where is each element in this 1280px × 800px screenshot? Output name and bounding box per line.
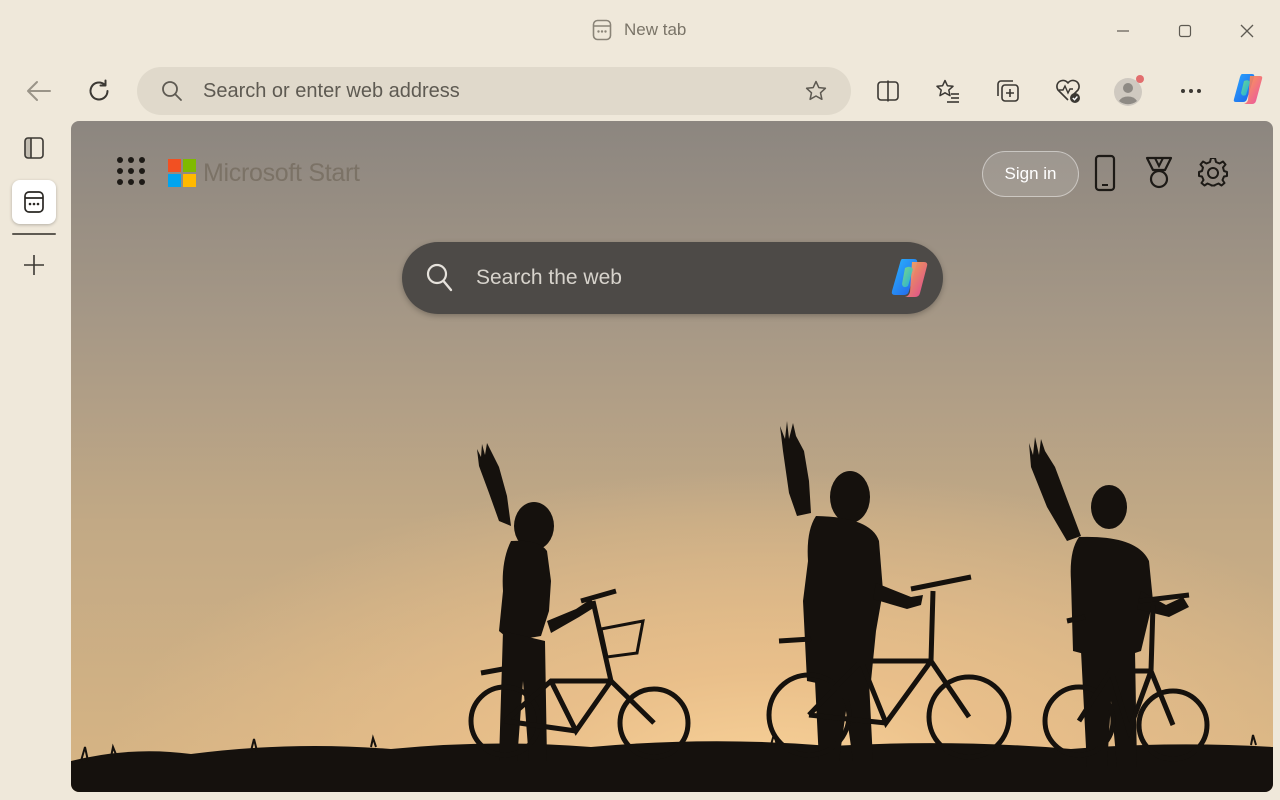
close-button[interactable]: [1225, 14, 1269, 48]
favorites-icon: [936, 79, 959, 103]
profile-button[interactable]: [1109, 71, 1149, 111]
microsoft-logo: [168, 159, 196, 187]
more-button[interactable]: [1171, 71, 1211, 111]
favorite-star-icon[interactable]: [804, 79, 828, 103]
search-icon: [162, 81, 182, 101]
split-screen-button[interactable]: [868, 71, 908, 111]
vertical-tab-rail: [0, 120, 68, 800]
new-tab-icon: [592, 19, 612, 41]
copilot-icon[interactable]: [888, 255, 932, 301]
rail-separator: [12, 233, 56, 235]
app-launcher-icon[interactable]: [115, 155, 147, 187]
maximize-button[interactable]: [1163, 14, 1207, 48]
sign-in-button[interactable]: Sign in: [982, 151, 1079, 197]
tab-actions-icon: [24, 137, 44, 159]
maximize-icon: [1178, 24, 1192, 38]
back-icon: [27, 81, 51, 101]
copilot-button[interactable]: [1228, 69, 1268, 109]
browser-essentials-button[interactable]: [1048, 71, 1088, 111]
browser-essentials-icon: [1056, 79, 1080, 103]
profile-icon: [1114, 75, 1144, 106]
new-tab-page: Microsoft Start Sign in Search the web: [71, 121, 1273, 792]
web-search-placeholder: Search the web: [476, 266, 622, 289]
close-icon: [1240, 24, 1254, 38]
tab-title: New tab: [624, 20, 687, 39]
tab-actions-button[interactable]: [12, 126, 56, 170]
refresh-button[interactable]: [79, 71, 119, 111]
web-search-box[interactable]: Search the web: [402, 242, 943, 314]
collections-icon: [997, 80, 1019, 102]
title-bar: New tab: [0, 0, 1280, 60]
address-bar[interactable]: Search or enter web address: [137, 67, 851, 115]
background-image: [71, 421, 1273, 792]
settings-icon: [1198, 158, 1228, 187]
toolbar: Search or enter web address: [0, 62, 1280, 120]
phone-icon: [1094, 154, 1116, 192]
favorites-button[interactable]: [928, 71, 968, 111]
rewards-icon: [1145, 156, 1173, 189]
collections-button[interactable]: [988, 71, 1028, 111]
new-tab-plus-icon: [24, 255, 44, 275]
settings-button[interactable]: [1193, 151, 1233, 195]
back-button[interactable]: [19, 71, 59, 111]
tab-new-tab[interactable]: [12, 180, 56, 224]
split-screen-icon: [877, 80, 899, 102]
address-placeholder: Search or enter web address: [203, 79, 460, 102]
copilot-icon: [1233, 74, 1263, 104]
refresh-icon: [89, 79, 109, 101]
minimize-icon: [1117, 30, 1129, 32]
rewards-button[interactable]: [1139, 151, 1179, 195]
brand-name[interactable]: Microsoft Start: [203, 159, 360, 188]
new-tab-button[interactable]: [12, 243, 56, 287]
phone-button[interactable]: [1085, 151, 1125, 195]
search-icon: [426, 263, 453, 292]
notification-dot: [1136, 75, 1144, 83]
new-tab-page-icon: [24, 191, 44, 213]
tab-title-group[interactable]: New tab: [592, 17, 686, 43]
more-icon: [1181, 89, 1201, 93]
minimize-button[interactable]: [1101, 14, 1145, 48]
